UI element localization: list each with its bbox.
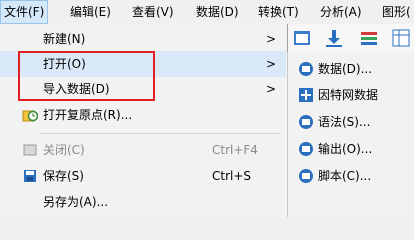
recall-dialog-icon[interactable] [292,28,312,48]
data-grid-icon[interactable] [391,28,411,48]
submenu-item-script[interactable]: 脚本(C)... [288,163,414,189]
menu-data[interactable]: 数据(D) [192,0,243,24]
submenu-item-data[interactable]: 数据(D)... [288,56,414,82]
submenu-item-internet-data[interactable]: 因特网数据 [288,82,414,108]
internet-data-icon [299,88,313,102]
close-file-icon [23,144,37,156]
menu-item-label: 另存为(A)... [43,195,109,209]
highlight-box [18,51,155,101]
save-icon [24,170,36,182]
menu-item-label: 关闭(C) [43,143,85,157]
data-file-icon [299,62,313,76]
submenu-item-label: 脚本(C)... [318,169,372,183]
menu-transform[interactable]: 转换(T) [254,0,303,24]
syntax-file-icon [299,115,313,129]
submenu-item-syntax[interactable]: 语法(S)... [288,109,414,135]
submenu-item-label: 输出(O)... [318,142,373,156]
submenu-item-label: 语法(S)... [318,115,371,129]
script-file-icon [299,169,313,183]
menu-item-close[interactable]: 关闭(C) Ctrl+F4 [0,137,286,163]
output-file-icon [299,142,313,156]
menu-item-shortcut: Ctrl+S [212,169,252,183]
submenu-item-label: 因特网数据 [318,88,379,102]
menubar: 文件(F) 编辑(E) 查看(V) 数据(D) 转换(T) 分析(A) 图形( [0,0,414,25]
menu-item-label: 新建(N) [43,32,86,46]
submenu-arrow-icon: > [266,57,277,71]
download-icon[interactable] [324,28,344,48]
submenu-item-output[interactable]: 输出(O)... [288,136,414,162]
menu-edit[interactable]: 编辑(E) [66,0,115,24]
open-submenu: 数据(D)... 因特网数据 语法(S)... 输出(O)... 脚本(C)..… [287,52,414,217]
submenu-item-label: 数据(D)... [318,62,373,76]
menu-item-save[interactable]: 保存(S) Ctrl+S [0,163,286,189]
submenu-arrow-icon: > [266,32,277,46]
menu-separator [40,133,280,134]
variables-icon[interactable] [359,28,379,48]
menu-graphs[interactable]: 图形( [378,0,414,24]
menu-item-new[interactable]: 新建(N) > [0,26,286,52]
menu-item-open-restore-point[interactable]: 打开复原点(R)... [0,102,286,128]
menu-file[interactable]: 文件(F) [0,0,49,24]
menu-item-label: 打开复原点(R)... [43,108,133,122]
submenu-arrow-icon: > [266,82,277,96]
menu-analyze[interactable]: 分析(A) [316,0,366,24]
menu-view[interactable]: 查看(V) [128,0,178,24]
menu-item-shortcut: Ctrl+F4 [212,143,258,157]
menu-item-label: 保存(S) [43,169,84,183]
restore-point-icon [22,110,38,122]
menu-item-save-as[interactable]: 另存为(A)... [0,189,286,215]
